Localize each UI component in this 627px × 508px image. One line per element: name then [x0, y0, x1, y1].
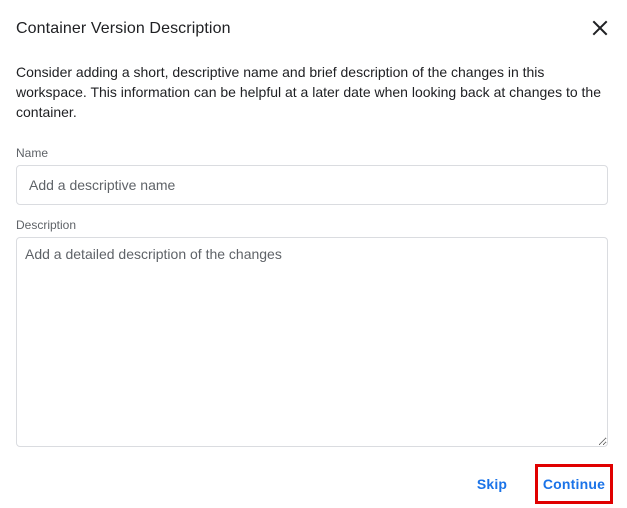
dialog-title: Container Version Description — [16, 20, 231, 37]
close-button[interactable] — [588, 16, 612, 40]
name-input[interactable] — [16, 165, 608, 205]
description-input[interactable] — [16, 237, 608, 447]
continue-button[interactable]: Continue — [535, 464, 613, 504]
close-icon — [592, 20, 608, 36]
container-version-dialog: Container Version Description Consider a… — [0, 0, 627, 508]
name-label: Name — [16, 146, 49, 160]
skip-button[interactable]: Skip — [470, 468, 514, 500]
dialog-description: Consider adding a short, descriptive nam… — [16, 64, 601, 120]
description-label: Description — [16, 218, 77, 232]
